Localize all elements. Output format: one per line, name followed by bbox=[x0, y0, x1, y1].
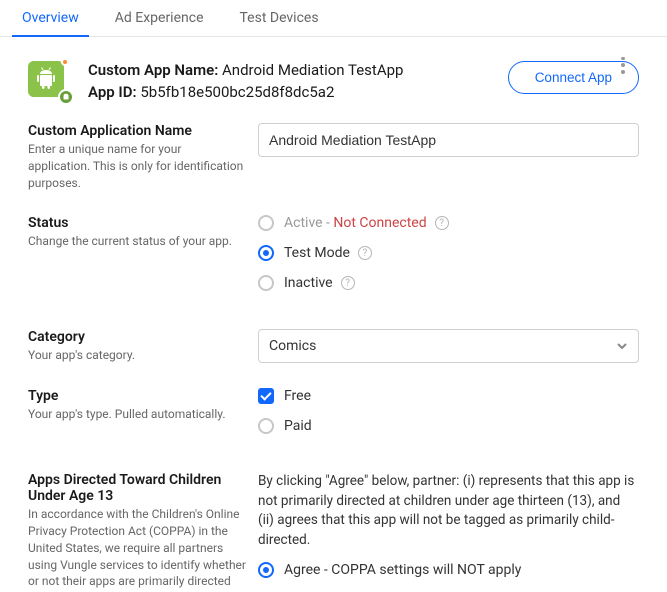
app-header: Custom App Name: Android Mediation TestA… bbox=[0, 37, 667, 117]
platform-badge-icon bbox=[58, 89, 74, 105]
custom-name-desc: Enter a unique name for your application… bbox=[28, 141, 246, 191]
type-title: Type bbox=[28, 388, 246, 404]
tab-test-devices[interactable]: Test Devices bbox=[222, 0, 337, 36]
help-icon[interactable]: ? bbox=[341, 276, 355, 290]
app-icon bbox=[28, 61, 68, 101]
coppa-agree-label: Agree - COPPA settings will NOT apply bbox=[284, 562, 521, 578]
status-option-active[interactable]: Active - Not Connected ? bbox=[258, 215, 639, 231]
field-status: Status Change the current status of your… bbox=[28, 215, 639, 305]
type-desc: Your app's type. Pulled automatically. bbox=[28, 406, 246, 423]
field-type: Type Your app's type. Pulled automatical… bbox=[28, 388, 639, 448]
type-option-free[interactable]: Free bbox=[258, 388, 639, 404]
coppa-option-agree[interactable]: Agree - COPPA settings will NOT apply bbox=[258, 562, 639, 578]
type-option-paid[interactable]: Paid bbox=[258, 418, 639, 434]
radio-icon bbox=[258, 275, 274, 291]
app-id-value: 5b5fb18e500bc25d8f8dc5a2 bbox=[140, 83, 334, 101]
status-title: Status bbox=[28, 215, 246, 231]
help-icon[interactable]: ? bbox=[358, 246, 372, 260]
chevron-down-icon bbox=[616, 340, 628, 352]
status-test-label: Test Mode bbox=[284, 245, 350, 261]
field-category: Category Your app's category. Comics bbox=[28, 329, 639, 364]
type-free-label: Free bbox=[284, 388, 311, 404]
custom-name-input[interactable] bbox=[258, 123, 639, 157]
form: Custom Application Name Enter a unique n… bbox=[0, 117, 667, 592]
coppa-desc: In accordance with the Children's Online… bbox=[28, 506, 246, 590]
tabs: Overview Ad Experience Test Devices bbox=[0, 0, 667, 37]
tab-overview[interactable]: Overview bbox=[4, 0, 97, 36]
status-option-test[interactable]: Test Mode ? bbox=[258, 245, 639, 261]
status-inactive-label: Inactive bbox=[284, 275, 333, 291]
help-icon[interactable]: ? bbox=[435, 216, 449, 230]
category-value: Comics bbox=[269, 338, 316, 354]
custom-name-title: Custom Application Name bbox=[28, 123, 246, 139]
status-active-dash: - bbox=[323, 215, 334, 231]
field-coppa: Apps Directed Toward Children Under Age … bbox=[28, 472, 639, 592]
status-desc: Change the current status of your app. bbox=[28, 233, 246, 250]
radio-icon bbox=[258, 245, 274, 261]
header-text: Custom App Name: Android Mediation TestA… bbox=[88, 61, 508, 105]
more-menu-icon[interactable] bbox=[613, 55, 633, 75]
coppa-title: Apps Directed Toward Children Under Age … bbox=[28, 472, 246, 504]
app-id-label: App ID: bbox=[88, 83, 137, 101]
radio-icon bbox=[258, 418, 274, 434]
category-title: Category bbox=[28, 329, 246, 345]
status-option-inactive[interactable]: Inactive ? bbox=[258, 275, 639, 291]
app-name-label: Custom App Name: bbox=[88, 61, 218, 79]
checkbox-icon bbox=[258, 388, 274, 404]
category-desc: Your app's category. bbox=[28, 347, 246, 364]
status-active-prefix: Active bbox=[284, 215, 323, 231]
coppa-intro-text: By clicking "Agree" below, partner: (i) … bbox=[258, 472, 639, 550]
radio-icon bbox=[258, 562, 274, 578]
category-select[interactable]: Comics bbox=[258, 329, 639, 363]
type-paid-label: Paid bbox=[284, 418, 312, 434]
status-active-suffix: Not Connected bbox=[333, 215, 426, 231]
radio-icon bbox=[258, 215, 274, 231]
field-custom-name: Custom Application Name Enter a unique n… bbox=[28, 123, 639, 191]
tab-ad-experience[interactable]: Ad Experience bbox=[97, 0, 222, 36]
app-name-value: Android Mediation TestApp bbox=[222, 61, 403, 79]
status-dot-icon bbox=[61, 58, 69, 66]
